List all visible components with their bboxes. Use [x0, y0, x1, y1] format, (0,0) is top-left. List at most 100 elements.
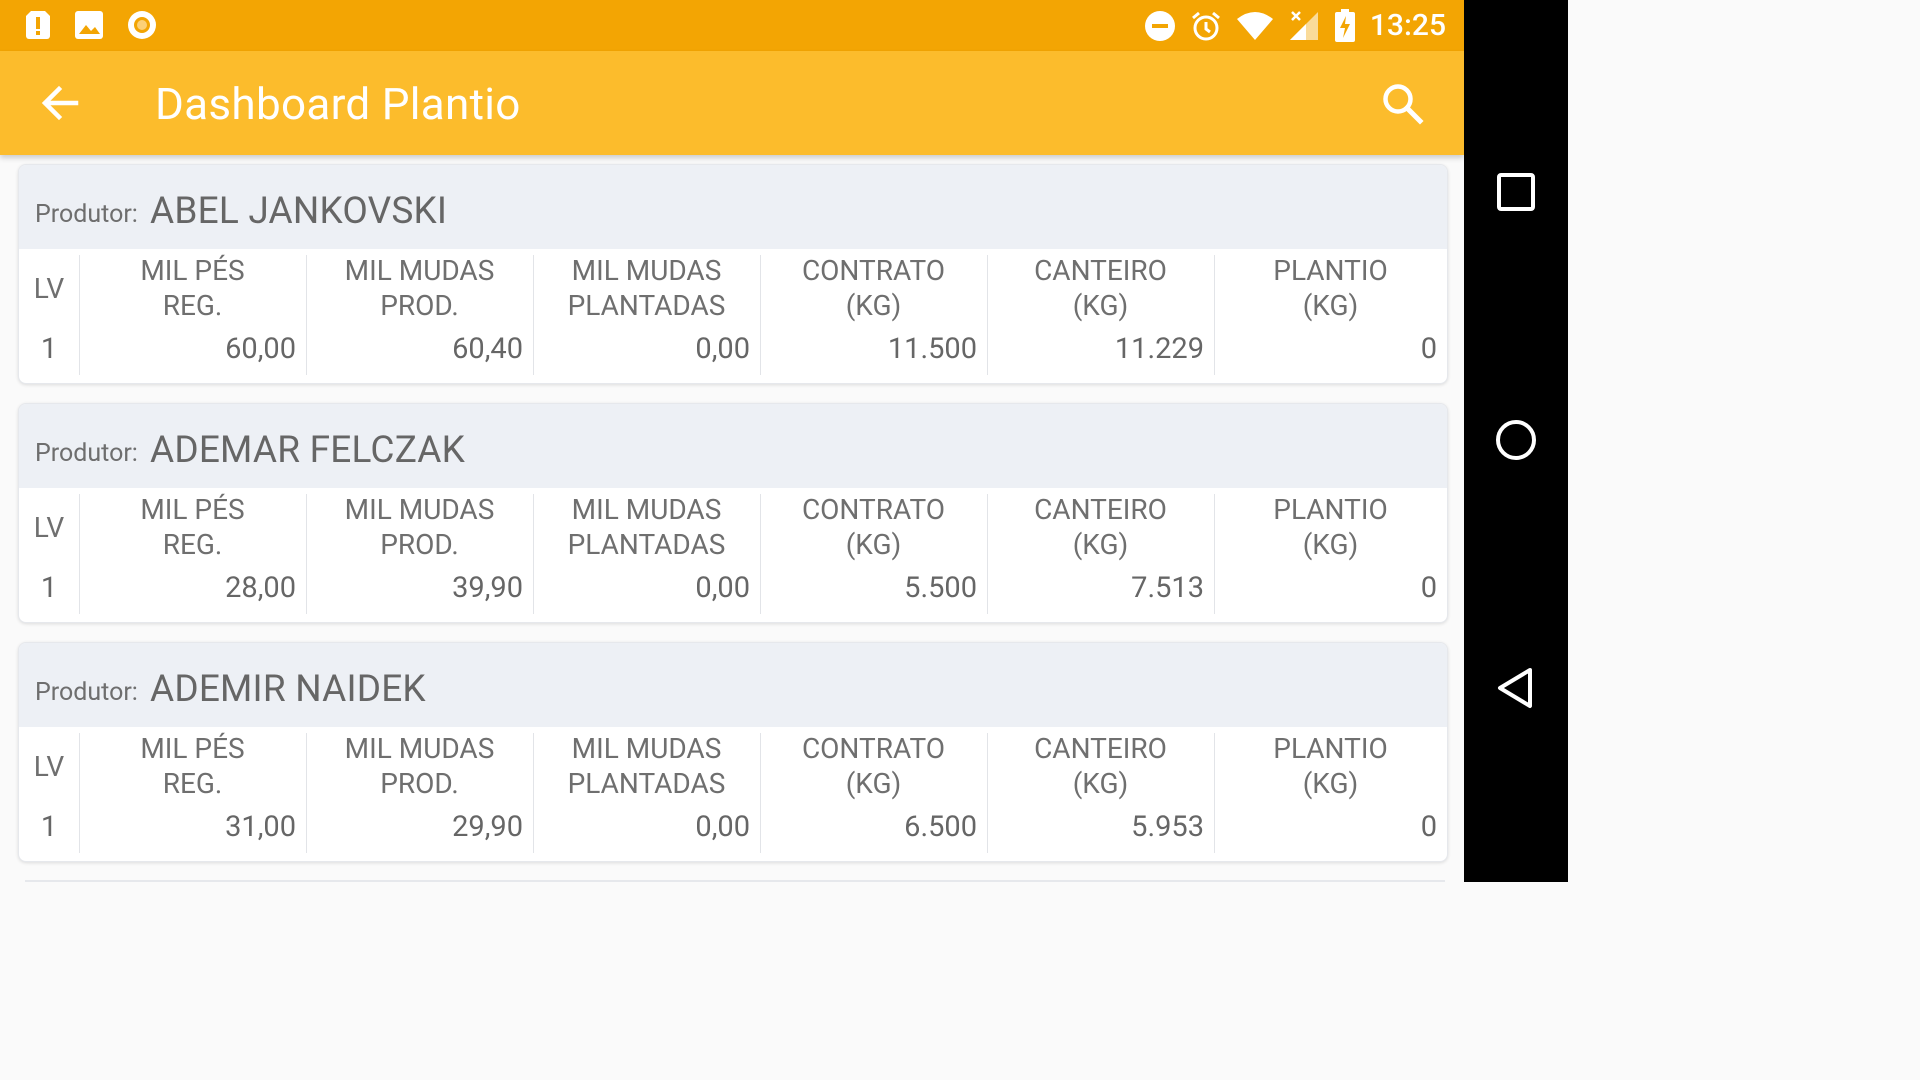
col-header: LV: [33, 272, 65, 305]
producer-list[interactable]: Produtor: ABEL JANKOVSKI LV 1 MIL PÉS RE…: [0, 155, 1464, 882]
recents-icon: [1497, 173, 1535, 211]
col-mil-mudas-plantadas: MIL MUDAS PLANTADAS 0,00: [533, 488, 760, 622]
cell-value: 11.500: [887, 332, 977, 366]
producer-table: LV 1 MIL PÉS REG. 60,00 MIL MUDAS PROD. …: [19, 249, 1447, 383]
col-plantio: PLANTIO (KG) 0: [1214, 249, 1447, 383]
col-mil-mudas-prod: MIL MUDAS PROD. 39,90: [306, 488, 533, 622]
col-header: CANTEIRO (KG): [1034, 254, 1167, 322]
cell-value: 1: [40, 571, 58, 605]
producer-card[interactable]: Produtor: ABEL JANKOVSKI LV 1 MIL PÉS RE…: [18, 164, 1448, 384]
producer-card[interactable]: Produtor: ADEMAR FELCZAK LV 1 MIL PÉS RE…: [18, 403, 1448, 623]
cell-value: 0,00: [695, 332, 750, 366]
battery-charging-icon: [1334, 9, 1355, 42]
col-canteiro: CANTEIRO (KG) 11.229: [987, 249, 1214, 383]
col-header: MIL PÉS REG.: [140, 732, 245, 800]
navigation-bar: [1464, 0, 1568, 882]
col-plantio: PLANTIO (KG) 0: [1214, 488, 1447, 622]
cell-value: 5.953: [1131, 810, 1204, 844]
col-header: CANTEIRO (KG): [1034, 493, 1167, 561]
image-icon: [75, 11, 103, 39]
col-header: PLANTIO (KG): [1273, 254, 1388, 322]
cell-value: 7.513: [1131, 571, 1204, 605]
producer-label: Produtor:: [35, 200, 138, 229]
record-icon: [128, 11, 156, 39]
status-left-icons: [24, 9, 158, 41]
col-contrato: CONTRATO (KG) 5.500: [760, 488, 987, 622]
cell-value: 28,00: [225, 571, 296, 605]
search-button[interactable]: [1378, 79, 1428, 129]
col-canteiro: CANTEIRO (KG) 5.953: [987, 727, 1214, 861]
cell-value: 0: [1420, 332, 1437, 366]
back-icon: [1498, 668, 1532, 708]
cell-value: 6.500: [904, 810, 977, 844]
col-header: PLANTIO (KG): [1273, 493, 1388, 561]
status-clock: 13:25: [1369, 8, 1446, 43]
col-header: CANTEIRO (KG): [1034, 732, 1167, 800]
col-header: CONTRATO (KG): [801, 493, 946, 561]
col-mil-mudas-plantadas: MIL MUDAS PLANTADAS 0,00: [533, 727, 760, 861]
col-mil-pes-reg: MIL PÉS REG. 60,00: [79, 249, 306, 383]
cell-value: 0: [1420, 571, 1437, 605]
col-header: MIL PÉS REG.: [140, 493, 245, 561]
nav-back-button[interactable]: [1490, 662, 1542, 714]
cell-value: 1: [40, 810, 58, 844]
wifi-icon: [1236, 12, 1273, 40]
alert-icon: [26, 11, 50, 39]
status-right-icons: 13:25: [1144, 9, 1446, 43]
col-header: MIL MUDAS PROD.: [344, 732, 495, 800]
col-lv: LV 1: [19, 249, 79, 383]
status-bar: 13:25: [0, 0, 1464, 51]
producer-label: Produtor:: [35, 678, 138, 707]
signal-icon: [1289, 11, 1318, 40]
cell-value: 5.500: [904, 571, 977, 605]
home-button[interactable]: [1490, 414, 1542, 466]
col-header: MIL MUDAS PROD.: [344, 254, 495, 322]
col-contrato: CONTRATO (KG) 6.500: [760, 727, 987, 861]
cell-value: 1: [40, 332, 58, 366]
producer-name: ABEL JANKOVSKI: [150, 190, 448, 233]
cell-value: 39,90: [452, 571, 523, 605]
producer-card-header: Produtor: ADEMAR FELCZAK: [19, 404, 1447, 488]
col-header: MIL MUDAS PLANTADAS: [567, 732, 726, 800]
cell-value: 60,40: [452, 332, 523, 366]
cell-value: 60,00: [225, 332, 296, 366]
col-lv: LV 1: [19, 488, 79, 622]
next-card-edge: [25, 880, 1445, 882]
cell-value: 11.229: [1114, 332, 1204, 366]
producer-card[interactable]: Produtor: ADEMIR NAIDEK LV 1 MIL PÉS REG…: [18, 642, 1448, 862]
col-header: MIL MUDAS PLANTADAS: [567, 254, 726, 322]
col-plantio: PLANTIO (KG) 0: [1214, 727, 1447, 861]
col-mil-mudas-prod: MIL MUDAS PROD. 60,40: [306, 249, 533, 383]
app-bar: Dashboard Plantio: [0, 51, 1464, 155]
cell-value: 0,00: [695, 571, 750, 605]
producer-name: ADEMAR FELCZAK: [150, 429, 466, 472]
col-mil-mudas-prod: MIL MUDAS PROD. 29,90: [306, 727, 533, 861]
col-header: LV: [33, 750, 65, 783]
producer-name: ADEMIR NAIDEK: [150, 668, 426, 711]
recents-button[interactable]: [1490, 166, 1542, 218]
producer-label: Produtor:: [35, 439, 138, 468]
col-header: CONTRATO (KG): [801, 732, 946, 800]
cell-value: 0,00: [695, 810, 750, 844]
do-not-disturb-icon: [1144, 11, 1175, 41]
producer-table: LV 1 MIL PÉS REG. 28,00 MIL MUDAS PROD. …: [19, 488, 1447, 622]
back-button[interactable]: [32, 75, 88, 131]
home-icon: [1496, 420, 1536, 460]
col-header: MIL MUDAS PLANTADAS: [567, 493, 726, 561]
search-icon: [1383, 84, 1424, 125]
cell-value: 0: [1420, 810, 1437, 844]
col-header: PLANTIO (KG): [1273, 732, 1388, 800]
cell-value: 31,00: [225, 810, 296, 844]
producer-table: LV 1 MIL PÉS REG. 31,00 MIL MUDAS PROD. …: [19, 727, 1447, 861]
col-mil-pes-reg: MIL PÉS REG. 28,00: [79, 488, 306, 622]
producer-card-header: Produtor: ABEL JANKOVSKI: [19, 165, 1447, 249]
col-canteiro: CANTEIRO (KG) 7.513: [987, 488, 1214, 622]
col-mil-pes-reg: MIL PÉS REG. 31,00: [79, 727, 306, 861]
alarm-icon: [1191, 11, 1220, 41]
page-title: Dashboard Plantio: [155, 78, 521, 130]
col-contrato: CONTRATO (KG) 11.500: [760, 249, 987, 383]
cell-value: 29,90: [452, 810, 523, 844]
col-mil-mudas-plantadas: MIL MUDAS PLANTADAS 0,00: [533, 249, 760, 383]
col-lv: LV 1: [19, 727, 79, 861]
col-header: MIL MUDAS PROD.: [344, 493, 495, 561]
